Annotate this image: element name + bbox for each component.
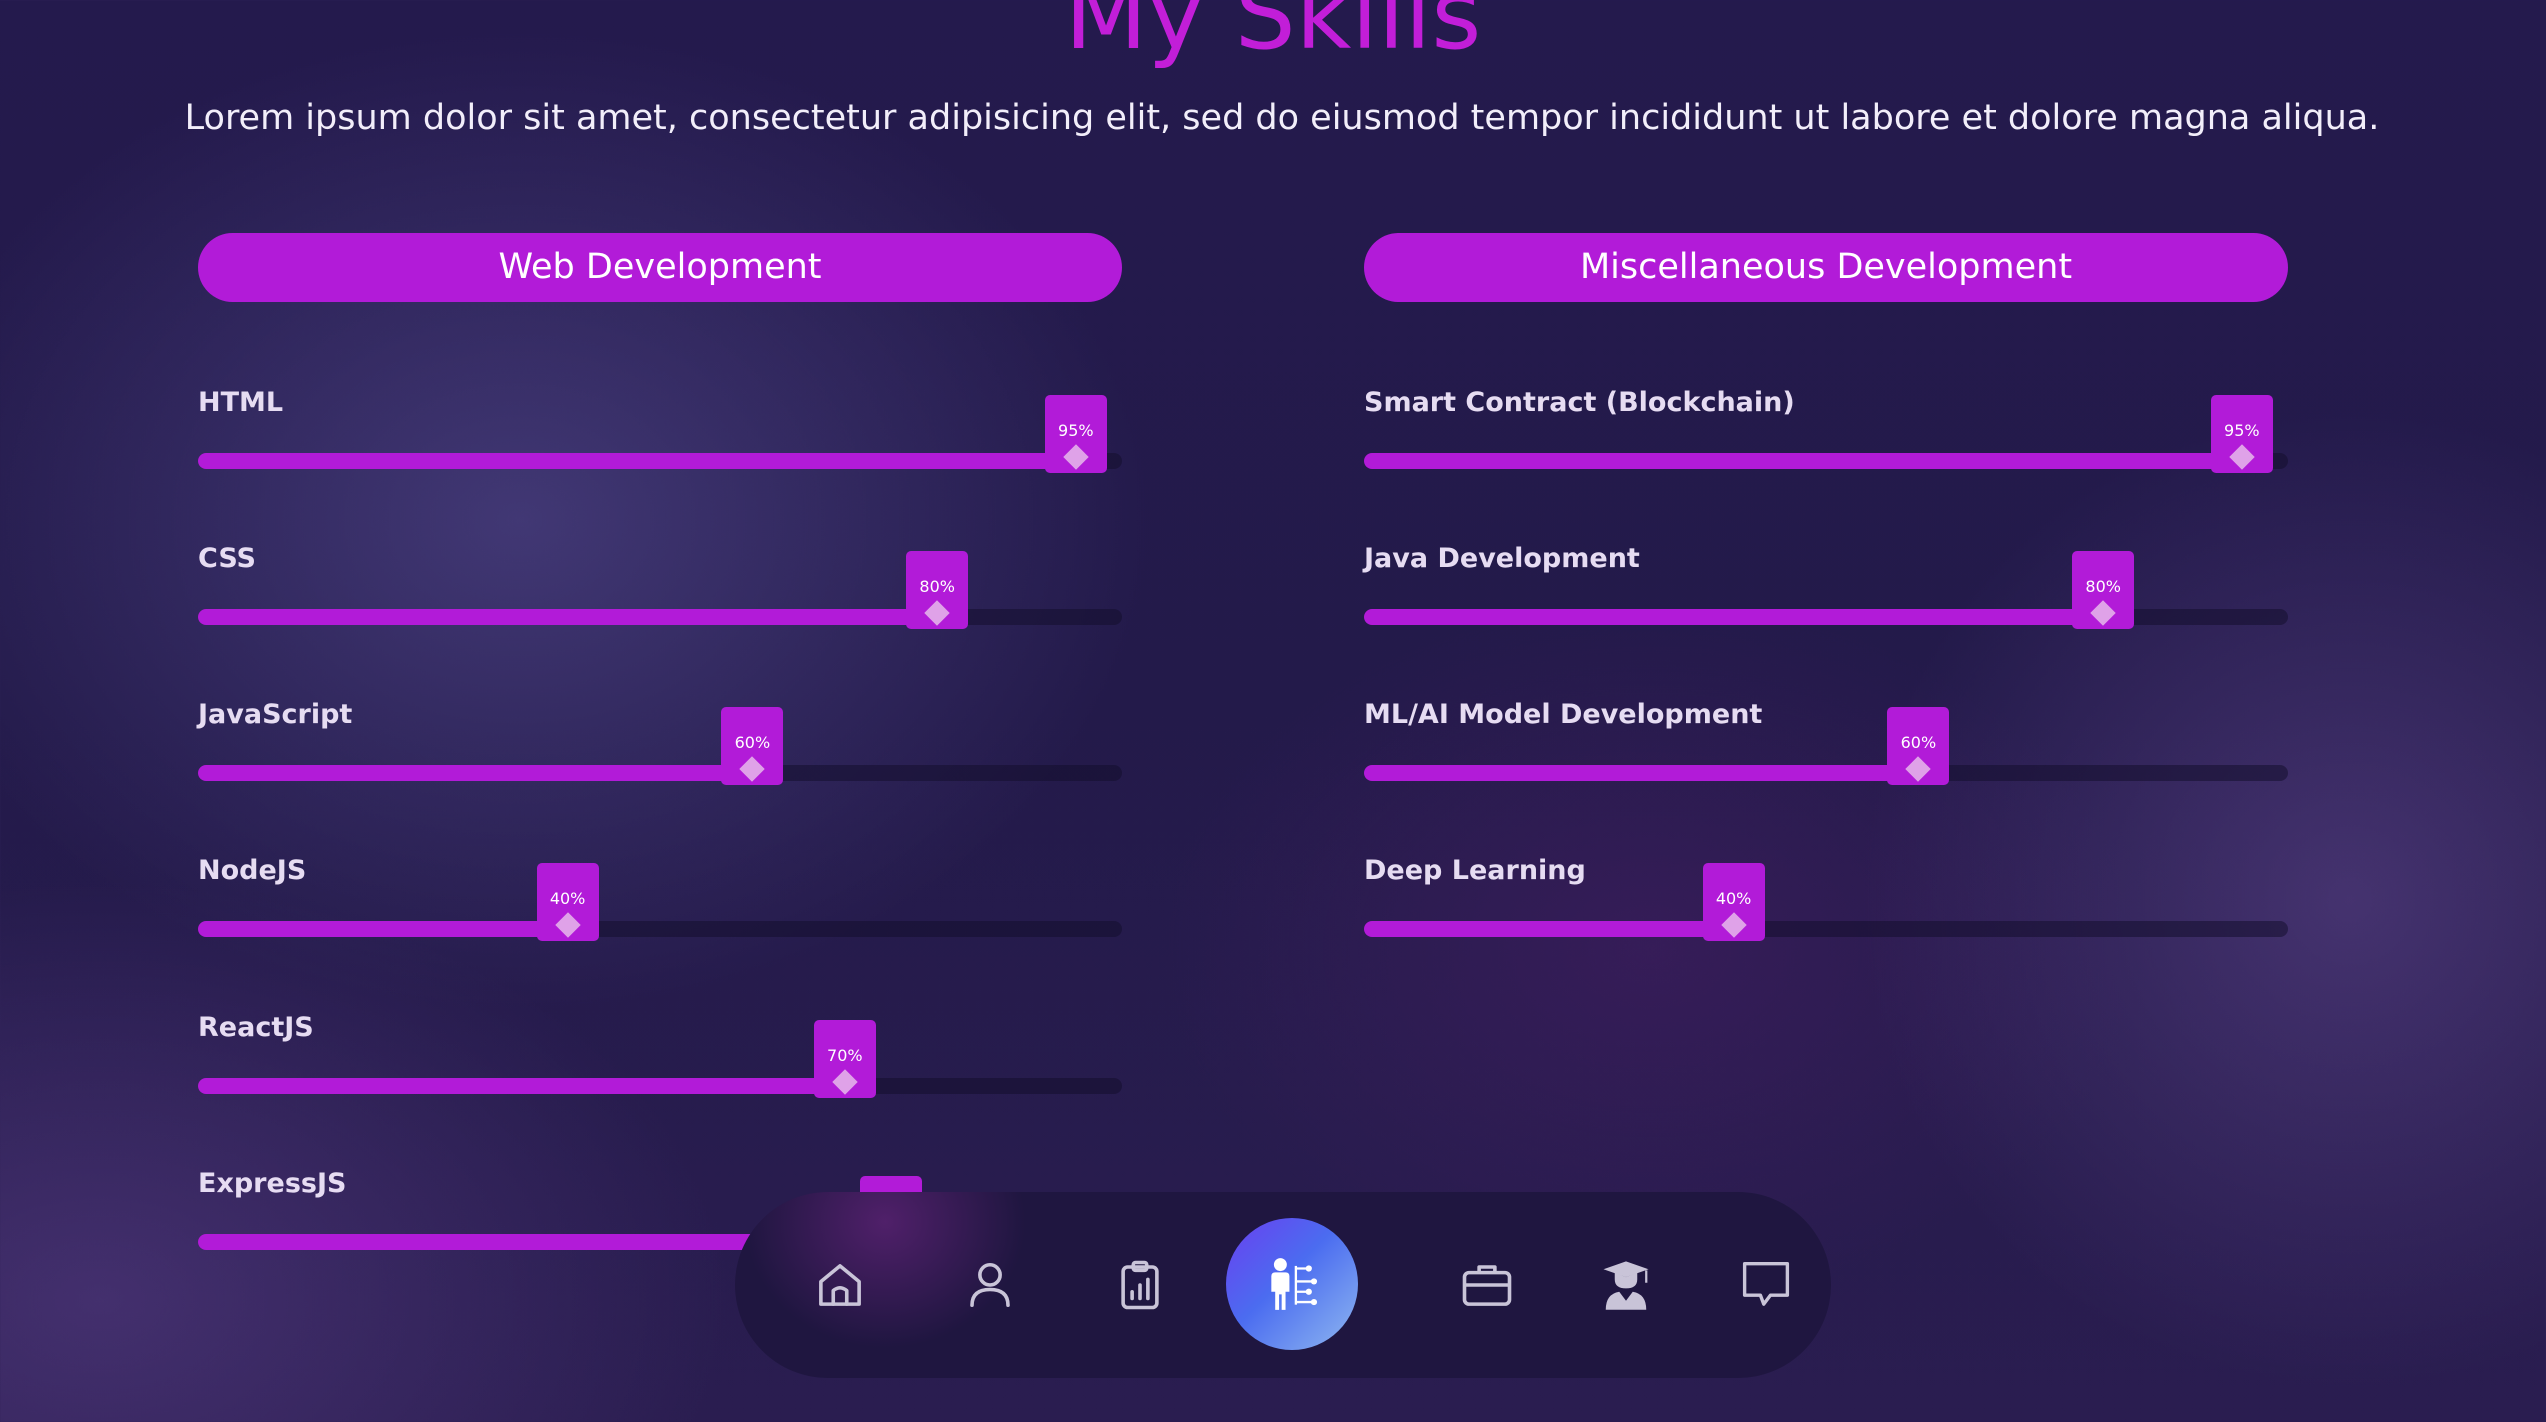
skill-fill [1364, 765, 1919, 781]
nav-portfolio[interactable] [1441, 1239, 1533, 1331]
skill-nodejs: NodeJS 40% [198, 853, 1122, 953]
skill-ml-ai: ML/AI Model Development 60% [1364, 697, 2288, 797]
skill-java-development: Java Development 80% [1364, 541, 2288, 641]
bottom-navbar [735, 1192, 1831, 1378]
chat-bubble-icon [1742, 1261, 1790, 1306]
skill-name: ReactJS [198, 1012, 314, 1043]
skill-track [1364, 765, 2288, 781]
skill-html: HTML 95% [198, 385, 1122, 485]
skill-track [198, 453, 1122, 469]
page-title: My Skills [1064, 0, 1482, 71]
skill-deep-learning: Deep Learning 40% [1364, 853, 2288, 953]
skill-fill [198, 1078, 845, 1094]
nav-skills[interactable] [1226, 1218, 1358, 1350]
nav-resume[interactable] [1094, 1239, 1186, 1331]
category-pill: Web Development [198, 233, 1122, 302]
skill-track [198, 609, 1122, 625]
skill-fill [1364, 609, 2104, 625]
nav-about[interactable] [944, 1239, 1036, 1331]
category-pill: Miscellaneous Development [1364, 233, 2288, 302]
skills-network-icon [1271, 1258, 1318, 1310]
skill-fill [1364, 453, 2242, 469]
home-icon [819, 1264, 861, 1306]
skill-track [198, 765, 1122, 781]
nav-education[interactable] [1580, 1239, 1672, 1331]
category-miscellaneous-development: Miscellaneous Development [1364, 233, 2288, 302]
skill-reactjs: ReactJS 70% [198, 1010, 1122, 1110]
skill-javascript: JavaScript 60% [198, 697, 1122, 797]
nav-contact[interactable] [1720, 1239, 1812, 1331]
page-subtitle: Lorem ipsum dolor sit amet, consectetur … [184, 98, 2380, 138]
nav-home[interactable] [794, 1239, 886, 1331]
skill-name: Deep Learning [1364, 855, 1586, 886]
user-icon [970, 1262, 1010, 1308]
skill-track [1364, 609, 2288, 625]
skill-track [1364, 453, 2288, 469]
skill-fill [1364, 921, 1734, 937]
skill-fill [198, 609, 938, 625]
skill-name: HTML [198, 387, 284, 418]
clipboard-chart-icon [1121, 1260, 1159, 1310]
skill-fill [198, 765, 753, 781]
skill-name: ExpressJS [198, 1168, 347, 1199]
skill-name: CSS [198, 543, 256, 574]
skill-name: Smart Contract (Blockchain) [1364, 387, 1795, 418]
skill-fill [198, 453, 1076, 469]
skill-track [198, 921, 1122, 937]
skill-css: CSS 80% [198, 541, 1122, 641]
skill-smart-contract: Smart Contract (Blockchain) 95% [1364, 385, 2288, 485]
skill-track [1364, 921, 2288, 937]
skill-fill [198, 921, 568, 937]
skill-track [198, 1078, 1122, 1094]
briefcase-icon [1462, 1265, 1512, 1306]
graduate-icon [1603, 1261, 1649, 1310]
skill-name: Java Development [1364, 543, 1640, 574]
skill-name: NodeJS [198, 855, 307, 886]
skill-name: JavaScript [198, 699, 353, 730]
category-web-development: Web Development [198, 233, 1122, 302]
skill-name: ML/AI Model Development [1364, 699, 1763, 730]
